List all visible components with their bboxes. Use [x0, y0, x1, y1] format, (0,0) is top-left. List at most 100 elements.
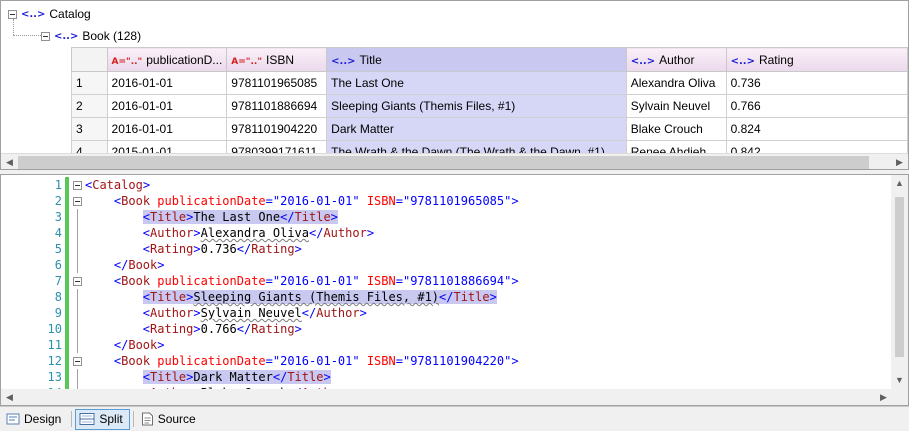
attribute-value: "9781101904220" — [402, 354, 512, 368]
column-header-label: publicationD... — [146, 52, 223, 67]
tab-divider — [71, 411, 73, 427]
code-line[interactable]: 13 <Title>Dark Matter</Title> — [1, 369, 892, 385]
table-cell[interactable]: 0.824 — [725, 117, 908, 141]
table-cell[interactable]: 0.766 — [725, 94, 908, 118]
tab-split[interactable]: Split — [75, 408, 130, 430]
bracket: </ — [439, 290, 454, 304]
bracket: < — [142, 306, 151, 320]
row-number[interactable]: 2 — [71, 94, 108, 118]
table-cell[interactable]: 9781101886694 — [226, 94, 328, 118]
table-cell[interactable]: 2016-01-01 — [106, 117, 228, 141]
element-line: <Rating>0.766</Rating> — [143, 322, 302, 336]
design-icon — [6, 413, 20, 425]
tree-node-catalog[interactable]: <..> Catalog — [8, 5, 91, 23]
data-grid: A=".." publicationD... A=".." ISBN <..> Title… — [71, 47, 908, 164]
scroll-right-icon[interactable]: ▶ — [891, 154, 908, 169]
code-line[interactable]: 12 <Book publicationDate="2016-01-01" IS… — [1, 353, 892, 369]
scroll-down-icon[interactable]: ▼ — [891, 372, 908, 389]
change-marker — [65, 321, 69, 337]
table-cell[interactable]: 2016-01-01 — [106, 71, 228, 95]
collapse-icon[interactable] — [41, 31, 50, 41]
table-cell[interactable]: Blake Crouch — [625, 117, 727, 141]
code-line[interactable]: 9 <Author>Sylvain Neuvel</Author> — [1, 305, 892, 321]
scroll-right-icon[interactable]: ▶ — [875, 389, 892, 405]
column-header-label: Rating — [758, 52, 794, 67]
horizontal-scrollbar[interactable]: ◀ ▶ — [1, 153, 908, 169]
row-number[interactable]: 3 — [71, 117, 108, 141]
tag-name: Author — [316, 306, 360, 320]
code-line[interactable]: 10 <Rating>0.766</Rating> — [1, 321, 892, 337]
table-cell[interactable]: 0.736 — [725, 71, 908, 95]
code-area[interactable]: 1 <Catalog> 2 <Book publicationDate="2016-… — [1, 175, 892, 389]
scroll-thumb[interactable] — [895, 197, 904, 357]
tag-name: Title — [150, 290, 187, 304]
attribute-value: "2016-01-01" — [272, 274, 360, 288]
equals: = — [395, 274, 403, 288]
tag-name: Rating — [251, 242, 295, 256]
grid-corner-header[interactable] — [71, 47, 108, 72]
tag-name: Author — [150, 226, 194, 240]
code-line[interactable]: 5 <Rating>0.736</Rating> — [1, 241, 892, 257]
code-line[interactable]: 11 </Book> — [1, 337, 892, 353]
vertical-scrollbar[interactable]: ▲ ▼ — [891, 175, 908, 389]
column-header[interactable]: <..> Title — [326, 47, 627, 72]
fold-guide — [77, 257, 78, 273]
table-cell[interactable]: Alexandra Oliva — [625, 71, 727, 95]
code-line[interactable]: 6 </Book> — [1, 257, 892, 273]
fold-guide — [77, 241, 78, 257]
fold-collapse-icon[interactable] — [73, 181, 82, 190]
line-number: 9 — [54, 306, 62, 320]
bracket: > — [157, 258, 165, 272]
fold-collapse-icon[interactable] — [73, 197, 82, 206]
table-cell[interactable]: 9781101965085 — [226, 71, 328, 95]
fold-collapse-icon[interactable] — [73, 357, 82, 366]
table-cell[interactable]: Sylvain Neuvel — [625, 94, 727, 118]
code-line[interactable]: 8 <Title>Sleeping Giants (Themis Files, … — [1, 289, 892, 305]
code-line[interactable]: 2 <Book publicationDate="2016-01-01" ISB… — [1, 193, 892, 209]
bracket: > — [511, 194, 519, 208]
line-number: 8 — [54, 290, 62, 304]
table-cell[interactable]: 2016-01-01 — [106, 94, 228, 118]
horizontal-scrollbar[interactable]: ◀ ▶ — [1, 389, 892, 405]
table-row[interactable]: 1 2016-01-01 9781101965085 The Last One Alex… — [71, 71, 908, 95]
tree-node-book[interactable]: <..> Book (128) — [41, 27, 141, 45]
bracket: > — [323, 370, 331, 384]
table-cell[interactable]: Dark Matter — [326, 117, 627, 141]
equals: = — [265, 354, 273, 368]
table-row[interactable]: 3 2016-01-01 9781101904220 Dark Matter Blake… — [71, 117, 908, 141]
scroll-left-icon[interactable]: ◀ — [1, 389, 18, 405]
collapse-icon[interactable] — [8, 9, 17, 19]
row-number[interactable]: 1 — [71, 71, 108, 95]
column-header[interactable]: A=".." publicationD... — [106, 47, 228, 72]
fold-collapse-icon[interactable] — [73, 277, 82, 286]
tab-design[interactable]: Design — [2, 409, 68, 430]
attribute-name: ISBN — [366, 194, 396, 208]
bracket: > — [193, 226, 201, 240]
scroll-up-icon[interactable]: ▲ — [891, 175, 908, 192]
code-line[interactable]: 4 <Author>Alexandra Oliva</Author> — [1, 225, 892, 241]
table-cell[interactable]: 9781101904220 — [226, 117, 328, 141]
bracket: > — [489, 290, 497, 304]
split-icon — [79, 413, 95, 425]
code-text: <Book publicationDate="2016-01-01" ISBN=… — [85, 273, 519, 289]
column-header[interactable]: <..> Rating — [725, 47, 908, 72]
column-header[interactable]: <..> Author — [625, 47, 727, 72]
tab-source[interactable]: Source — [137, 409, 203, 430]
table-cell[interactable]: The Last One — [326, 71, 627, 95]
tag-name: Title — [453, 290, 490, 304]
column-header[interactable]: A=".." ISBN — [226, 47, 328, 72]
code-line[interactable]: 7 <Book publicationDate="2016-01-01" ISB… — [1, 273, 892, 289]
source-editor-pane[interactable]: 1 <Catalog> 2 <Book publicationDate="2016-… — [0, 174, 909, 406]
code-text: <Title>The Last One</Title> — [85, 209, 338, 225]
scroll-left-icon[interactable]: ◀ — [1, 154, 18, 169]
table-row[interactable]: 2 2016-01-01 9781101886694 Sleeping Giants … — [71, 94, 908, 118]
code-line[interactable]: 1 <Catalog> — [1, 177, 892, 193]
scroll-thumb[interactable] — [18, 156, 869, 169]
table-cell[interactable]: Sleeping Giants (Themis Files, #1) — [326, 94, 627, 118]
code-line[interactable]: 3 <Title>The Last One</Title> — [1, 209, 892, 225]
equals: = — [395, 194, 403, 208]
